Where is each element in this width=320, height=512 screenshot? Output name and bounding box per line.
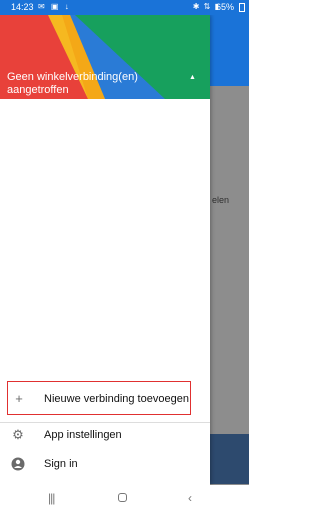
- background-partial-text: elen: [212, 195, 230, 205]
- back-icon[interactable]: ‹: [188, 491, 192, 505]
- recent-apps-icon[interactable]: |||: [48, 491, 55, 505]
- gear-icon: ⚙: [12, 427, 24, 442]
- battery-icon: [239, 3, 245, 12]
- sign-in-item[interactable]: Sign in: [0, 449, 210, 479]
- drawer-header[interactable]: Geen winkelverbinding(en) aangetroffen ▲: [0, 15, 210, 99]
- navigation-drawer: Geen winkelverbinding(en) aangetroffen ▲…: [0, 15, 210, 485]
- battery-level: 65%: [215, 2, 234, 12]
- status-bar: 14:23 ✉ ▣ ↓ ✱ ⇅ ▮ 65%: [0, 0, 249, 15]
- add-connection-button[interactable]: + Nieuwe verbinding toevoegen: [7, 381, 191, 415]
- app-settings-item[interactable]: ⚙ App instellingen: [0, 420, 210, 450]
- status-time: 14:23: [11, 2, 34, 12]
- notification-icons: ✉ ▣ ↓: [38, 2, 71, 11]
- account-icon: [11, 457, 25, 471]
- add-connection-label: Nieuwe verbinding toevoegen: [44, 393, 189, 405]
- plus-icon: +: [15, 391, 23, 406]
- caret-up-icon[interactable]: ▲: [189, 74, 196, 81]
- home-icon[interactable]: [118, 493, 127, 502]
- app-settings-label: App instellingen: [44, 429, 122, 441]
- system-navigation-bar: ||| ‹: [0, 485, 249, 512]
- background-footer: [210, 434, 249, 484]
- sign-in-label: Sign in: [44, 458, 78, 470]
- header-title: Geen winkelverbinding(en) aangetroffen: [7, 71, 138, 96]
